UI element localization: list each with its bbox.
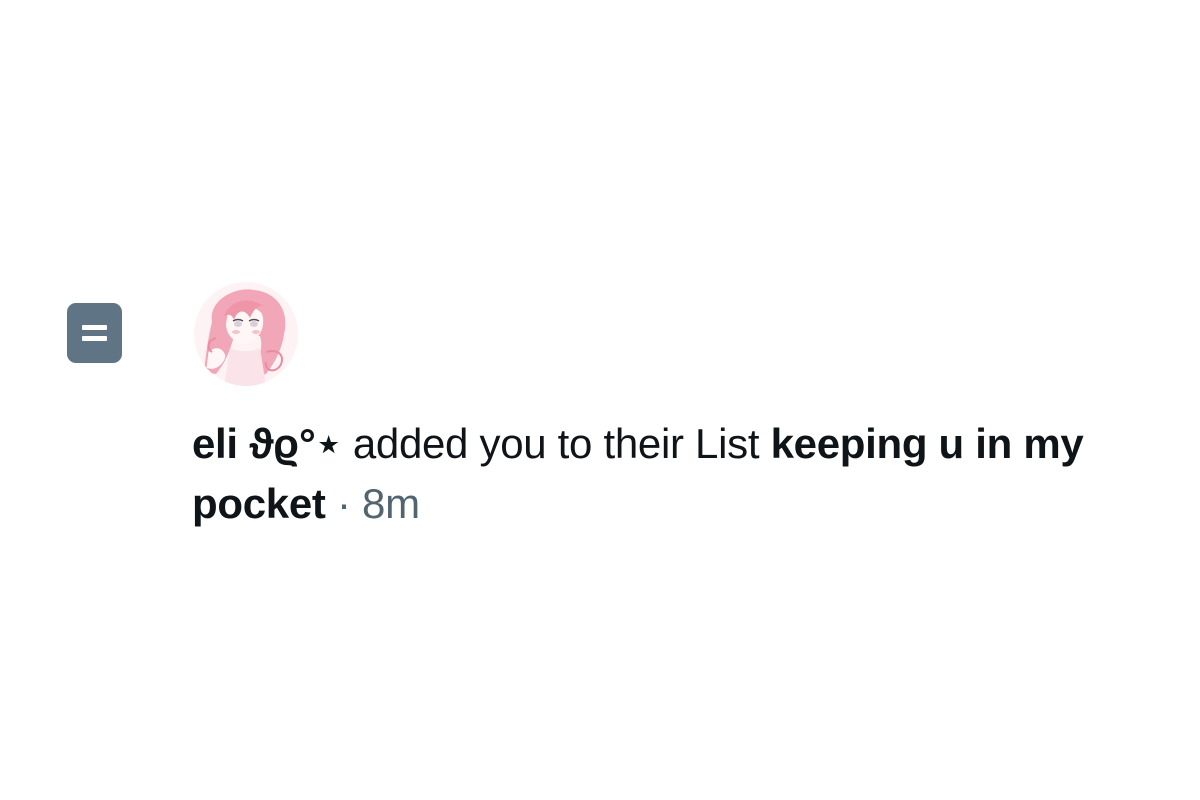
- display-name[interactable]: eli ϑϱ°⋆: [192, 420, 342, 467]
- notification-text: eli ϑϱ°⋆ added you to their List keeping…: [192, 414, 1152, 534]
- avatar-image: [194, 282, 298, 386]
- list-notification[interactable]: eli ϑϱ°⋆ added you to their List keeping…: [0, 0, 1200, 800]
- action-text: added you to their List: [352, 420, 760, 467]
- avatar[interactable]: [194, 282, 298, 386]
- timestamp[interactable]: 8m: [362, 480, 420, 527]
- list-icon-bar-top: [82, 325, 107, 330]
- list-icon: [67, 303, 122, 363]
- separator: ·: [336, 480, 351, 527]
- list-icon-bar-bottom: [82, 336, 107, 341]
